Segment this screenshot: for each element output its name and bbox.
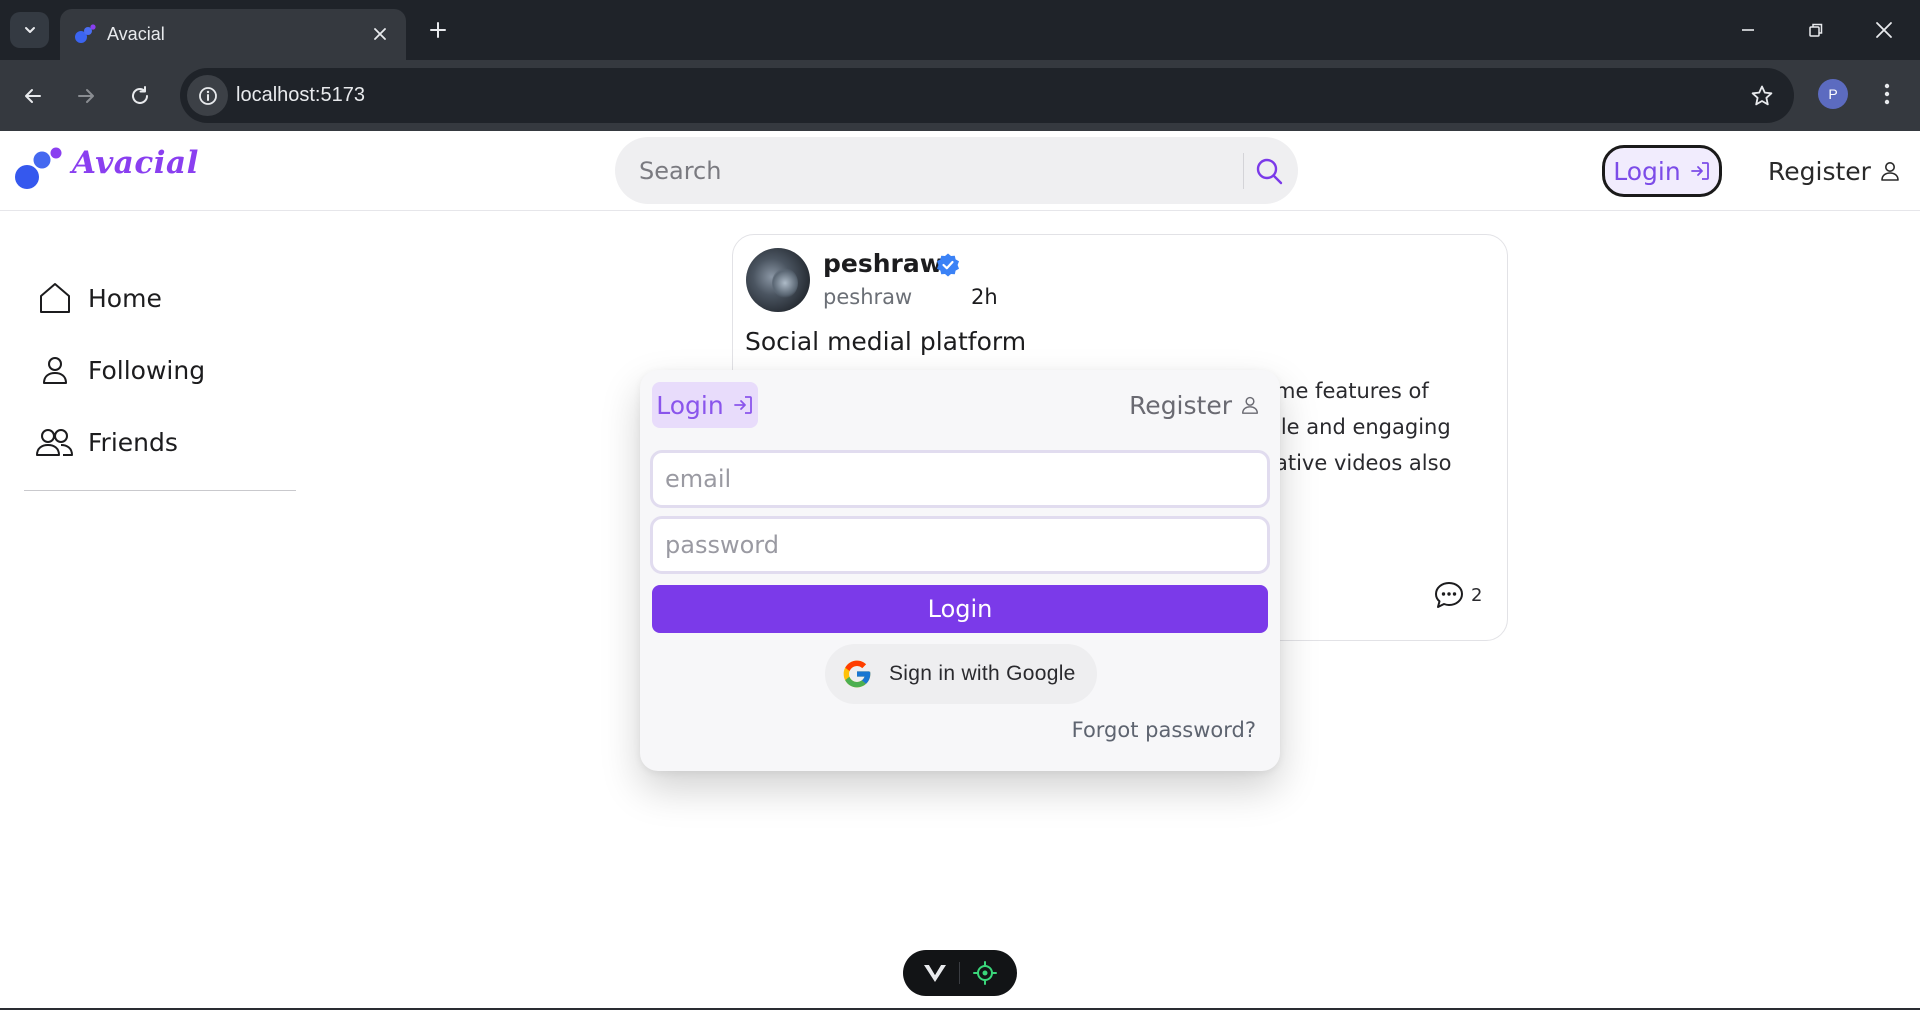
bookmark-button[interactable] xyxy=(1748,82,1776,110)
search-bar xyxy=(615,137,1298,204)
search-icon xyxy=(1256,158,1283,185)
avacial-favicon-icon xyxy=(75,24,96,43)
user-icon-wrap xyxy=(36,351,74,389)
users-icon xyxy=(36,429,73,456)
forgot-password-link[interactable]: Forgot password? xyxy=(1072,718,1256,742)
site-info-button[interactable] xyxy=(187,75,228,116)
google-icon xyxy=(843,660,871,688)
header-register-button[interactable]: Register xyxy=(1768,151,1901,191)
logo-icon[interactable] xyxy=(13,145,63,193)
search-divider xyxy=(1243,153,1244,189)
devtools-toolbar xyxy=(903,950,1017,996)
info-icon xyxy=(198,86,217,105)
browser-toolbar: localhost:5173 xyxy=(0,60,1920,131)
plus-icon xyxy=(430,22,446,38)
chevron-down-icon xyxy=(24,27,35,33)
search-button[interactable] xyxy=(1249,151,1289,191)
header-register-label: Register xyxy=(1768,156,1871,186)
user-icon xyxy=(43,357,67,384)
author-handle: peshraw xyxy=(823,285,913,309)
address-bar[interactable]: localhost:5173 xyxy=(180,68,1794,123)
login-icon xyxy=(1690,162,1709,180)
author-name[interactable]: peshraw xyxy=(823,249,943,278)
user-icon xyxy=(1242,396,1258,414)
sidebar-divider xyxy=(24,490,296,491)
back-button[interactable] xyxy=(14,77,52,115)
inspector-target-icon[interactable] xyxy=(972,961,997,985)
comment-icon xyxy=(1435,582,1463,608)
sidebar-item-label: Friends xyxy=(88,427,178,457)
reload-icon xyxy=(132,86,148,104)
tab-register[interactable]: Register xyxy=(1129,382,1260,428)
app-header: Avacial Login Register xyxy=(0,131,1920,211)
browser-tab-active[interactable]: Avacial xyxy=(60,9,406,60)
sidebar-item-friends[interactable]: Friends xyxy=(24,406,296,478)
arrow-right-icon xyxy=(78,89,94,103)
comment-count: 2 xyxy=(1471,584,1483,606)
tab-login-label: Login xyxy=(656,390,724,420)
new-tab-button[interactable] xyxy=(422,14,454,46)
forward-button[interactable] xyxy=(67,77,105,115)
comments-button[interactable]: 2 xyxy=(1433,580,1482,610)
header-login-button[interactable]: Login xyxy=(1602,145,1722,197)
home-icon-wrap xyxy=(36,279,74,317)
star-icon xyxy=(1751,85,1773,106)
logo-text[interactable]: Avacial xyxy=(72,145,199,181)
tab-title: Avacial xyxy=(107,24,165,44)
tab-close-button[interactable] xyxy=(368,22,392,46)
vue-devtools-icon[interactable] xyxy=(923,963,947,983)
tab-register-label: Register xyxy=(1129,390,1232,420)
window-close-button[interactable] xyxy=(1860,10,1908,50)
users-icon-wrap xyxy=(36,423,74,461)
user-icon xyxy=(1881,162,1899,181)
verified-badge-icon xyxy=(937,253,959,277)
sidebar-item-label: Following xyxy=(88,355,206,385)
arrow-left-icon xyxy=(25,89,41,103)
url-text[interactable]: localhost:5173 xyxy=(236,83,365,107)
minimize-button[interactable] xyxy=(1724,10,1772,50)
sidebar-item-home[interactable]: Home xyxy=(24,262,296,334)
devtools-separator xyxy=(959,962,961,984)
restore-button[interactable] xyxy=(1792,10,1840,50)
minimize-icon xyxy=(1742,29,1754,31)
sidebar: Home Following Friends xyxy=(24,262,296,491)
post-timestamp: 2h xyxy=(971,285,998,309)
more-vertical-icon xyxy=(1884,83,1890,105)
browser-menu-button[interactable] xyxy=(1870,77,1904,111)
search-input[interactable] xyxy=(639,155,1219,187)
sidebar-item-label: Home xyxy=(88,283,162,313)
tab-search-button[interactable] xyxy=(10,12,49,48)
home-icon xyxy=(40,283,70,313)
login-submit-button[interactable]: Login xyxy=(652,585,1268,633)
browser-tabbar: Avacial xyxy=(0,0,1920,60)
password-field[interactable] xyxy=(650,516,1270,574)
close-icon xyxy=(374,28,386,40)
tab-login[interactable]: Login xyxy=(652,382,758,428)
reload-button[interactable] xyxy=(121,77,159,115)
restore-icon xyxy=(1809,23,1823,37)
login-modal: Login Register Login Sign in with Google… xyxy=(640,370,1280,771)
google-signin-button[interactable]: Sign in with Google xyxy=(825,644,1097,704)
header-login-label: Login xyxy=(1613,156,1681,186)
close-icon xyxy=(1876,22,1892,38)
email-field[interactable] xyxy=(650,450,1270,508)
login-icon xyxy=(733,396,752,414)
author-avatar[interactable] xyxy=(746,248,810,312)
sidebar-item-following[interactable]: Following xyxy=(24,334,296,406)
profile-avatar[interactable]: P xyxy=(1818,79,1848,109)
post-title: Social medial platform xyxy=(745,327,1027,356)
google-signin-label: Sign in with Google xyxy=(889,662,1076,685)
